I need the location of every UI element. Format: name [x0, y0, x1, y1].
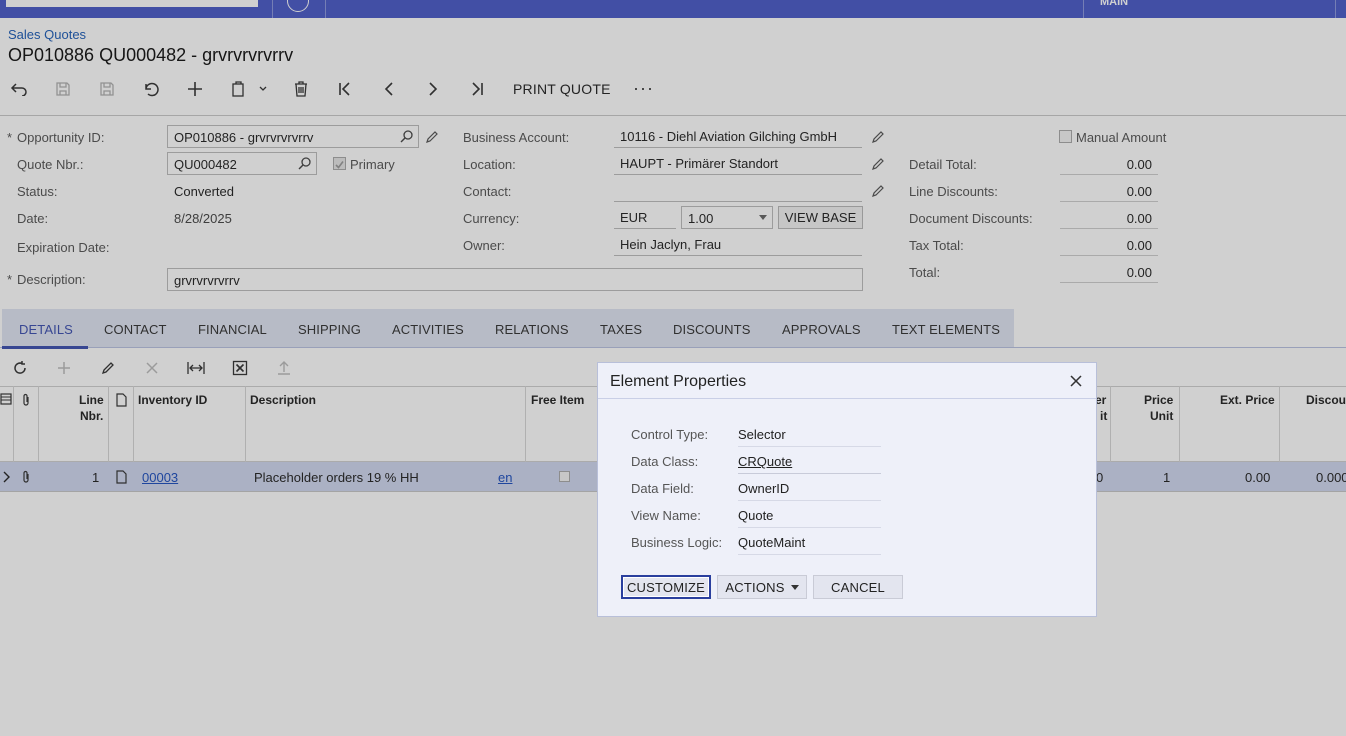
chevron-down-icon: [790, 584, 799, 590]
view-name-value: Quote: [738, 508, 881, 528]
data-class-link[interactable]: CRQuote: [738, 454, 881, 474]
business-logic-value: QuoteMaint: [738, 535, 881, 555]
dialog-title: Element Properties: [610, 373, 747, 390]
control-type-label: Control Type:: [631, 427, 709, 442]
data-field-value: OwnerID: [738, 481, 881, 501]
element-properties-dialog: Element Properties Control Type: Selecto…: [597, 362, 1097, 617]
cancel-button[interactable]: CANCEL: [813, 575, 903, 599]
customize-button[interactable]: CUSTOMIZE: [621, 575, 711, 599]
divider: [598, 398, 1096, 399]
actions-label: ACTIONS: [725, 579, 785, 595]
view-name-label: View Name:: [631, 508, 701, 523]
control-type-value: Selector: [738, 427, 881, 447]
actions-dropdown-button[interactable]: ACTIONS: [717, 575, 807, 599]
data-class-label: Data Class:: [631, 454, 699, 469]
data-field-label: Data Field:: [631, 481, 694, 496]
business-logic-label: Business Logic:: [631, 535, 723, 550]
close-icon[interactable]: [1068, 373, 1084, 389]
